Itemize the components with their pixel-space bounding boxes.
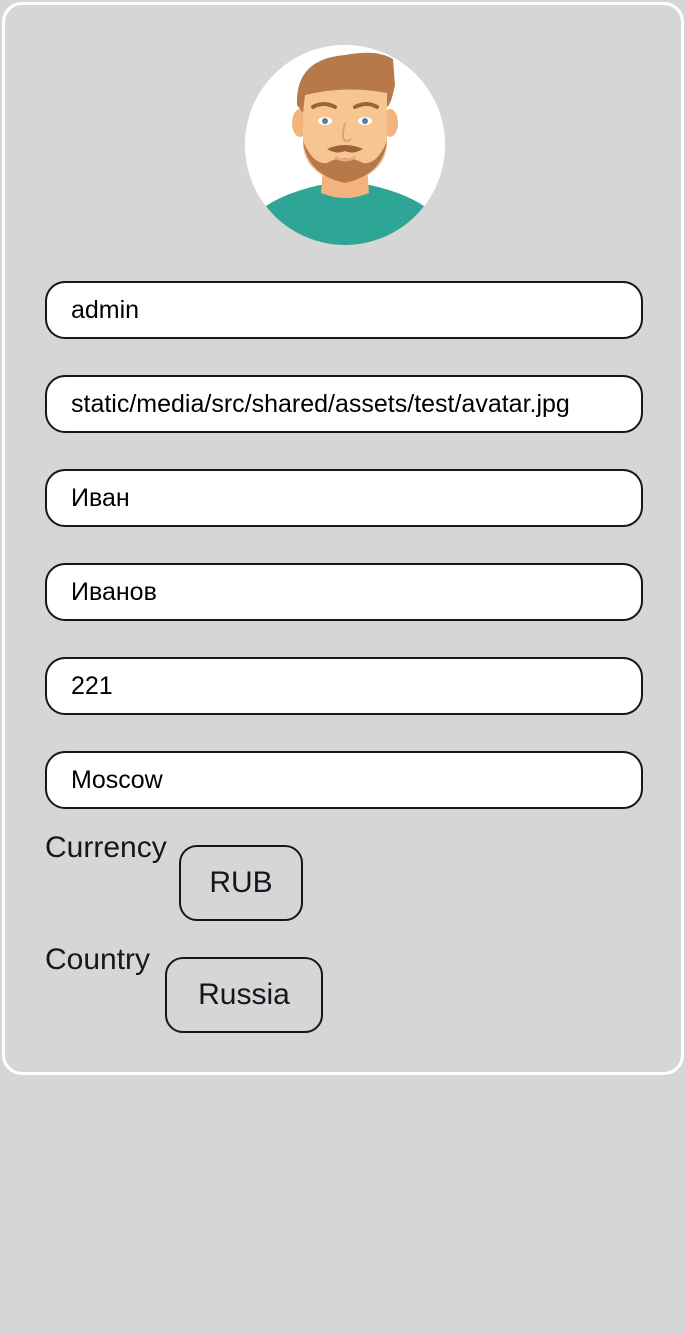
avatar-url-input[interactable]	[45, 375, 643, 433]
avatar-illustration	[245, 45, 445, 245]
country-label: Country	[45, 943, 151, 976]
country-select[interactable]: Russia	[165, 957, 323, 1033]
currency-select[interactable]: RUB	[179, 845, 303, 921]
country-value: Russia	[198, 978, 290, 1011]
username-input[interactable]	[45, 281, 643, 339]
first-name-input[interactable]	[45, 469, 643, 527]
last-name-input[interactable]	[45, 563, 643, 621]
avatar	[245, 45, 445, 245]
currency-label: Currency	[45, 831, 167, 864]
currency-value: RUB	[209, 866, 273, 899]
city-input[interactable]	[45, 751, 643, 809]
profile-card: Currency RUB Country Russia	[2, 2, 684, 1075]
age-input[interactable]	[45, 657, 643, 715]
